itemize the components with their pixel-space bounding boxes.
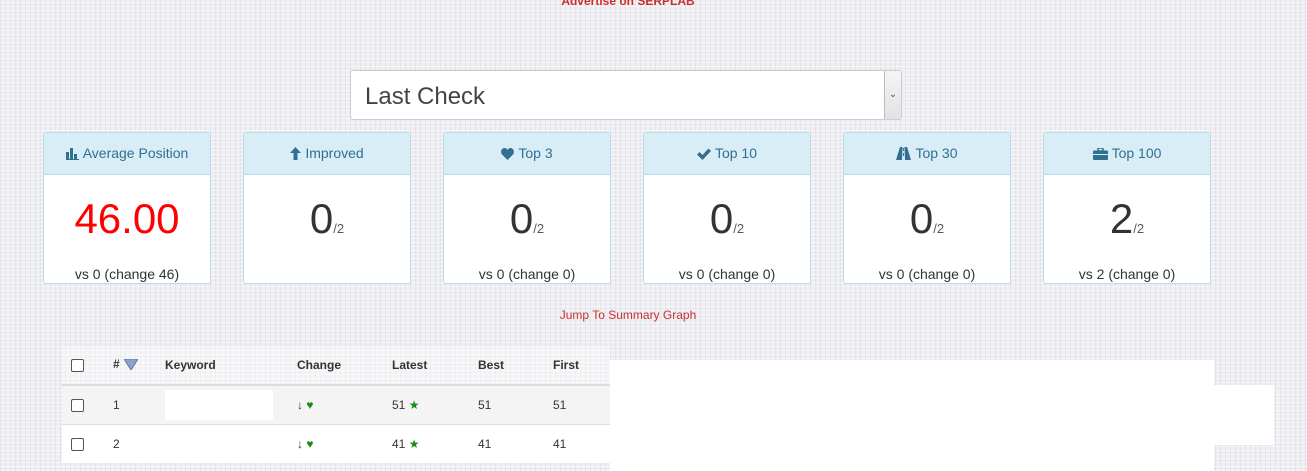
- row-checkbox[interactable]: [71, 399, 84, 413]
- card-title: Top 30: [915, 145, 958, 161]
- column-header-keyword[interactable]: Keyword: [165, 346, 297, 386]
- advertise-link[interactable]: Advertise on SERPLAB: [0, 0, 1256, 8]
- card-header: Top 30: [844, 133, 1010, 175]
- table-row: 1 ↓ ♥ 51 ★ 51 51: [62, 384, 610, 425]
- road-icon: [896, 135, 912, 176]
- first-cell: 51: [553, 384, 610, 425]
- keyword-cell: [165, 390, 273, 420]
- latest-cell: 41 ★: [392, 424, 478, 463]
- card-comparison: vs 2 (change 0): [1078, 266, 1176, 282]
- card-value: 2/2: [1109, 195, 1145, 242]
- card-value: 46.00: [74, 195, 180, 242]
- jump-to-summary-graph-link[interactable]: Jump To Summary Graph: [0, 308, 1256, 322]
- card-comparison: vs 0 (change 46): [74, 266, 180, 282]
- card-header: Top 3: [444, 133, 610, 175]
- card-comparison: vs 0 (change 0): [678, 266, 776, 282]
- card-top-100: Top 100 2/2 vs 2 (change 0): [1043, 132, 1211, 284]
- heart-icon: ♥: [306, 398, 314, 412]
- row-num: 2: [113, 424, 165, 463]
- redacted-area: [1214, 385, 1274, 445]
- card-comparison: vs 0 (change 0): [478, 266, 576, 282]
- sort-down-icon[interactable]: [122, 358, 139, 373]
- card-comparison: vs 0 (change 0): [878, 266, 976, 282]
- briefcase-icon: [1092, 135, 1108, 176]
- first-cell: 41: [553, 424, 610, 463]
- card-average-position: Average Position 46.00 vs 0 (change 46): [43, 132, 211, 284]
- period-select[interactable]: Last Check ⌄: [350, 70, 902, 120]
- column-header-change[interactable]: Change: [297, 346, 392, 386]
- column-header-latest[interactable]: Latest: [392, 346, 478, 386]
- card-top-10: Top 10 0/2 vs 0 (change 0): [643, 132, 811, 284]
- column-header-best[interactable]: Best: [478, 346, 553, 386]
- change-cell: ↓ ♥: [297, 424, 392, 463]
- card-header: Improved: [244, 133, 410, 175]
- card-value: 0/2: [509, 195, 545, 242]
- select-all-checkbox[interactable]: [71, 359, 84, 373]
- down-arrow-icon: ↓: [297, 398, 303, 412]
- card-title: Top 10: [714, 145, 758, 161]
- heart-icon: [501, 135, 515, 176]
- card-improved: Improved 0/2: [243, 132, 411, 284]
- card-top-30: Top 30 0/2 vs 0 (change 0): [843, 132, 1011, 284]
- row-num: 1: [113, 384, 165, 425]
- card-title: Average Position: [82, 145, 189, 161]
- best-cell: 41: [478, 424, 553, 463]
- change-cell: ↓ ♥: [297, 384, 392, 425]
- card-top-3: Top 3 0/2 vs 0 (change 0): [443, 132, 611, 284]
- column-header-num[interactable]: #: [113, 346, 165, 386]
- card-header: Average Position: [44, 133, 210, 175]
- card-title: Top 3: [518, 145, 553, 161]
- card-value: 0/2: [709, 195, 745, 242]
- star-icon: ★: [408, 398, 420, 412]
- keyword-table: # Keyword Change Latest Best First 1 ↓ ♥…: [62, 346, 610, 463]
- arrow-up-icon: [290, 135, 302, 176]
- table-header-row: # Keyword Change Latest Best First: [62, 346, 610, 386]
- keyword-cell: [165, 429, 273, 459]
- table-row: 2 ↓ ♥ 41 ★ 41 41: [62, 424, 610, 463]
- card-header: Top 100: [1044, 133, 1210, 175]
- best-cell: 51: [478, 384, 553, 425]
- column-header-first[interactable]: First: [553, 346, 610, 386]
- heart-icon: ♥: [306, 437, 314, 451]
- redacted-area: [610, 360, 1214, 471]
- period-select-value: Last Check: [365, 83, 486, 110]
- card-title: Top 100: [1111, 145, 1162, 161]
- row-checkbox[interactable]: [71, 438, 84, 452]
- card-value: 0/2: [309, 195, 345, 242]
- card-value: 0/2: [909, 195, 945, 242]
- checkmark-icon: [696, 135, 711, 176]
- star-icon: ★: [408, 437, 420, 451]
- latest-cell: 51 ★: [392, 384, 478, 425]
- bar-chart-icon: [65, 135, 79, 176]
- down-arrow-icon: ↓: [297, 437, 303, 451]
- card-title: Improved: [305, 145, 364, 161]
- chevron-down-icon[interactable]: ⌄: [884, 71, 901, 119]
- card-header: Top 10: [644, 133, 810, 175]
